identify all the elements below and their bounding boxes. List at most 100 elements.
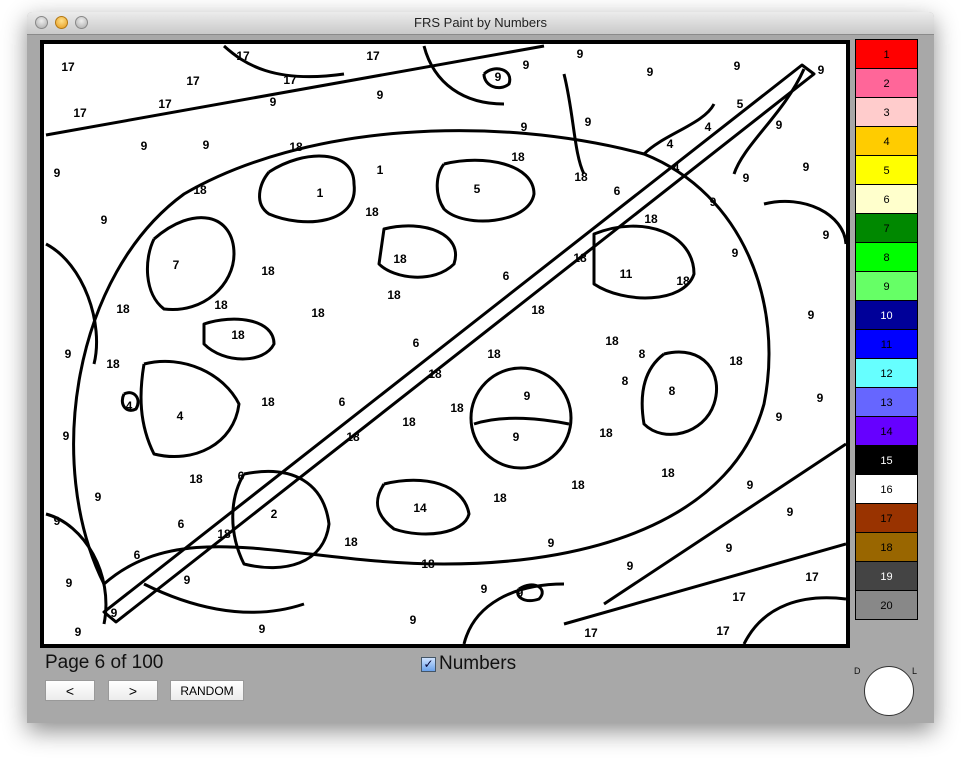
region-number-label: 6: [237, 469, 245, 483]
region-number-label: 18: [311, 306, 325, 320]
palette-swatch-8[interactable]: 8: [855, 242, 918, 272]
region-number-label: 9: [53, 166, 61, 180]
region-number-label: 9: [140, 139, 148, 153]
region-number-label: 9: [786, 505, 794, 519]
region-number-label: 9: [65, 576, 73, 590]
region-number-label: 9: [802, 160, 810, 174]
palette-swatch-4[interactable]: 4: [855, 126, 918, 156]
region-number-label: 9: [480, 582, 488, 596]
region-number-label: 5: [736, 97, 744, 111]
palette-swatch-15[interactable]: 15: [855, 445, 918, 475]
page-indicator: Page 6 of 100: [45, 652, 164, 673]
region-number-label: 17: [283, 73, 297, 87]
numbers-checkbox-label: Numbers: [439, 653, 517, 674]
region-number-label: 18: [599, 426, 613, 440]
region-number-label: 18: [450, 401, 464, 415]
region-number-label: 9: [807, 308, 815, 322]
region-number-label: 18: [393, 252, 407, 266]
palette-swatch-10[interactable]: 10: [855, 300, 918, 330]
region-number-label: 18: [289, 140, 303, 154]
region-number-label: 11: [619, 267, 633, 281]
next-page-button[interactable]: >: [108, 680, 158, 701]
region-number-label: 7: [172, 258, 180, 272]
region-number-label: 9: [269, 95, 277, 109]
minimize-button[interactable]: [55, 16, 68, 29]
region-number-label: 9: [731, 246, 739, 260]
region-number-label: 14: [413, 501, 427, 515]
checkbox-checked-icon[interactable]: ✓: [421, 656, 436, 672]
region-number-label: 8: [621, 374, 629, 388]
random-page-button[interactable]: RANDOM: [170, 680, 244, 701]
region-number-label: 9: [626, 559, 634, 573]
region-number-label: 17: [236, 49, 250, 63]
region-number-label: 18: [231, 328, 245, 342]
region-number-label: 18: [346, 430, 360, 444]
zoom-button[interactable]: [75, 16, 88, 29]
palette-swatch-3[interactable]: 3: [855, 97, 918, 127]
current-color-indicator[interactable]: [864, 666, 914, 716]
region-number-label: 6: [613, 184, 621, 198]
region-number-label: 18: [261, 395, 275, 409]
palette-swatch-6[interactable]: 6: [855, 184, 918, 214]
region-number-label: 9: [409, 613, 417, 627]
region-number-label: 18: [493, 491, 507, 505]
region-number-label: 6: [177, 517, 185, 531]
app-window: FRS Paint by Numbers 17 17 17 17 17 17 1…: [27, 12, 934, 723]
numbers-checkbox[interactable]: ✓ Numbers: [421, 653, 516, 675]
region-number-label: 18: [531, 303, 545, 317]
region-number-label: 4: [704, 120, 712, 134]
region-number-label: 18: [487, 347, 501, 361]
region-number-label: 9: [725, 541, 733, 555]
region-number-label: 17: [158, 97, 172, 111]
region-number-label: 9: [64, 347, 72, 361]
palette-swatch-11[interactable]: 11: [855, 329, 918, 359]
region-number-label: 18: [193, 183, 207, 197]
region-number-label: 17: [584, 626, 598, 640]
paint-canvas[interactable]: 17 17 17 17 17 17 17 9 9 9 9 9 9 5 4 9 9 9 9 9 4 4 9 9 18 18 1 1 18 6…: [40, 40, 850, 648]
dark-label: D: [854, 666, 861, 676]
palette-swatch-5[interactable]: 5: [855, 155, 918, 185]
region-number-label: 18: [402, 415, 416, 429]
palette-swatch-13[interactable]: 13: [855, 387, 918, 417]
region-number-label: 18: [605, 334, 619, 348]
palette-swatch-18[interactable]: 18: [855, 532, 918, 562]
region-number-label: 9: [646, 65, 654, 79]
region-number-label: 9: [547, 536, 555, 550]
region-number-label: 9: [100, 213, 108, 227]
region-number-label: 9: [822, 228, 830, 242]
region-number-label: 6: [338, 395, 346, 409]
region-number-label: 18: [574, 170, 588, 184]
region-number-label: 17: [366, 49, 380, 63]
palette-swatch-12[interactable]: 12: [855, 358, 918, 388]
region-number-label: 1: [316, 186, 324, 200]
region-number-label: 2: [270, 507, 278, 521]
region-number-label: 8: [638, 347, 646, 361]
region-number-label: 18: [729, 354, 743, 368]
region-number-label: 18: [573, 251, 587, 265]
previous-page-button[interactable]: <: [45, 680, 95, 701]
title-bar: FRS Paint by Numbers: [27, 12, 934, 35]
palette-swatch-20[interactable]: 20: [855, 590, 918, 620]
region-number-label: 9: [520, 120, 528, 134]
region-number-label: 9: [522, 58, 530, 72]
region-number-label: 18: [421, 557, 435, 571]
region-number-label: 9: [53, 514, 61, 528]
region-number-label: 9: [512, 430, 520, 444]
palette-swatch-9[interactable]: 9: [855, 271, 918, 301]
region-number-label: 18: [644, 212, 658, 226]
palette-swatch-2[interactable]: 2: [855, 68, 918, 98]
close-button[interactable]: [35, 16, 48, 29]
region-number-label: 4: [125, 399, 133, 413]
palette-swatch-19[interactable]: 19: [855, 561, 918, 591]
palette-swatch-7[interactable]: 7: [855, 213, 918, 243]
palette-swatch-14[interactable]: 14: [855, 416, 918, 446]
region-number-label: 6: [133, 548, 141, 562]
region-number-label: 9: [733, 59, 741, 73]
palette-swatch-17[interactable]: 17: [855, 503, 918, 533]
region-number-label: 18: [214, 298, 228, 312]
palette-swatch-1[interactable]: 1: [855, 39, 918, 69]
region-number-label: 9: [816, 391, 824, 405]
region-number-label: 18: [344, 535, 358, 549]
region-number-label: 18: [217, 527, 231, 541]
palette-swatch-16[interactable]: 16: [855, 474, 918, 504]
